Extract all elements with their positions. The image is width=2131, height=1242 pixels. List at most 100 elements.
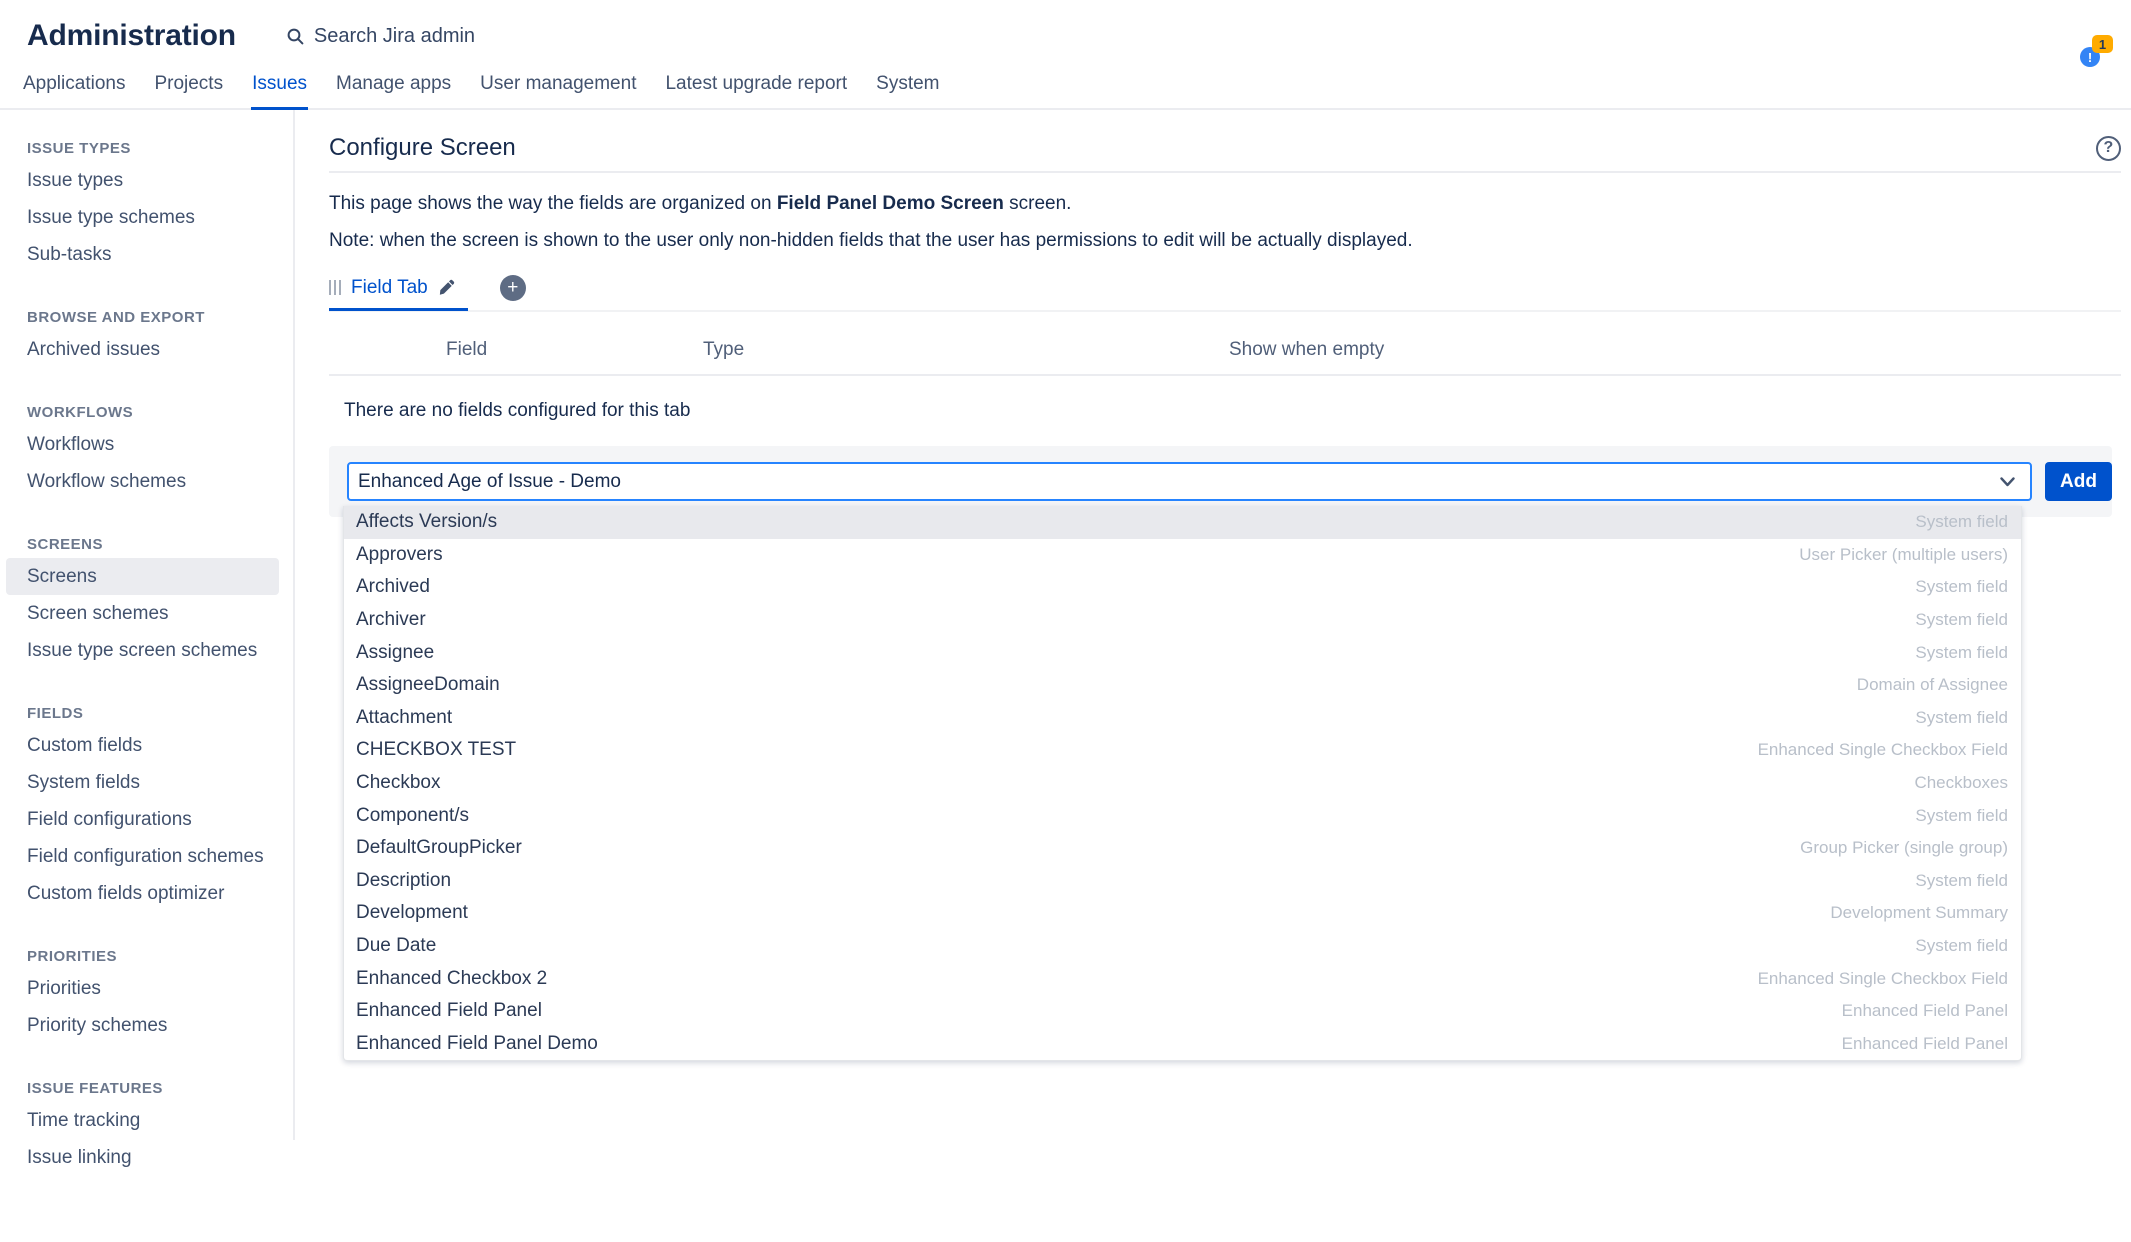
dropdown-option-archived[interactable]: ArchivedSystem field (344, 571, 2021, 604)
nav-tab-latest-upgrade-report[interactable]: Latest upgrade report (664, 73, 848, 108)
column-header-show-when-empty: Show when empty (1229, 339, 1384, 361)
dropdown-option-enhanced-field-panel[interactable]: Enhanced Field Panel Enhanced Field Panel (344, 995, 2021, 1028)
sidebar-item-issue-type-schemes[interactable]: Issue type schemes (6, 199, 279, 236)
page-layout: ISSUE TYPESIssue typesIssue type schemes… (0, 110, 2131, 1140)
field-select-dropdown: Affects Version/sSystem fieldApproversUs… (343, 506, 2022, 1061)
option-label: Assignee (356, 642, 434, 664)
option-type: Enhanced Field Panel (1842, 1001, 2008, 1021)
add-tab-button[interactable]: + (500, 275, 526, 301)
option-label: Archiver (356, 609, 426, 631)
sidebar-item-archived-issues[interactable]: Archived issues (6, 331, 279, 368)
option-label: Enhanced Field Panel (356, 1000, 542, 1022)
sidebar-section-heading: SCREENS (0, 520, 293, 558)
sidebar-section-browse-and-export: BROWSE AND EXPORTArchived issues (0, 293, 293, 368)
sidebar-item-issue-types[interactable]: Issue types (6, 162, 279, 199)
option-label: Affects Version/s (356, 511, 497, 533)
add-field-button[interactable]: Add (2045, 462, 2112, 501)
dropdown-option-attachment[interactable]: AttachmentSystem field (344, 702, 2021, 735)
option-label: Due Date (356, 935, 436, 957)
option-type: System field (1915, 806, 2008, 826)
dropdown-option-checkbox[interactable]: CheckboxCheckboxes (344, 767, 2021, 800)
option-type: System field (1915, 708, 2008, 728)
dropdown-option-assignee[interactable]: Assignee System field (344, 636, 2021, 669)
dropdown-option-approvers[interactable]: ApproversUser Picker (multiple users) (344, 539, 2021, 572)
column-header-field: Field (446, 339, 703, 361)
nav-tab-system[interactable]: System (875, 73, 940, 108)
option-type: Group Picker (single group) (1800, 838, 2008, 858)
dropdown-option-description[interactable]: DescriptionSystem field (344, 865, 2021, 898)
page-title: Configure Screen (329, 134, 516, 162)
sidebar-item-workflow-schemes[interactable]: Workflow schemes (6, 463, 279, 500)
sidebar-section-fields: FIELDSCustom fieldsSystem fieldsField co… (0, 689, 293, 912)
field-select[interactable]: Enhanced Age of Issue - Demo (347, 462, 2032, 501)
edit-pencil-icon[interactable] (437, 278, 456, 297)
sidebar-item-field-configuration-schemes[interactable]: Field configuration schemes (6, 838, 279, 875)
nav-tab-applications[interactable]: Applications (22, 73, 126, 108)
sidebar-section-heading: PRIORITIES (0, 932, 293, 970)
notification-widget[interactable]: ! 1 (2074, 34, 2118, 68)
option-type: System field (1915, 643, 2008, 663)
field-tab-label: Field Tab (351, 277, 428, 299)
option-label: DefaultGroupPicker (356, 837, 522, 859)
chevron-down-icon (2000, 477, 2015, 487)
sidebar-item-issue-type-screen-schemes[interactable]: Issue type screen schemes (6, 632, 279, 669)
sidebar-section-priorities: PRIORITIESPrioritiesPriority schemes (0, 932, 293, 1044)
sidebar-item-system-fields[interactable]: System fields (6, 764, 279, 801)
option-label: AssigneeDomain (356, 674, 500, 696)
help-icon[interactable]: ? (2096, 136, 2121, 161)
title-divider (329, 171, 2121, 173)
empty-table-message: There are no fields configured for this … (329, 376, 2121, 443)
sidebar-item-screen-schemes[interactable]: Screen schemes (6, 595, 279, 632)
sidebar-item-time-tracking[interactable]: Time tracking (6, 1102, 279, 1139)
option-type: Domain of Assignee (1857, 675, 2008, 695)
nav-tab-issues[interactable]: Issues (251, 73, 308, 110)
option-type: System field (1915, 577, 2008, 597)
note-text: Note: when the screen is shown to the us… (329, 230, 2121, 252)
nav-tab-projects[interactable]: Projects (153, 73, 224, 108)
add-field-panel: Enhanced Age of Issue - Demo Add Affects… (329, 446, 2112, 517)
field-tab-bar: Field Tab + (329, 275, 2121, 312)
admin-search[interactable]: Search Jira admin (286, 25, 475, 48)
app-title: Administration (27, 19, 236, 53)
dropdown-option-affects-version-s[interactable]: Affects Version/sSystem field (344, 506, 2021, 539)
dropdown-option-due-date[interactable]: Due Date System field (344, 930, 2021, 963)
sidebar-item-priority-schemes[interactable]: Priority schemes (6, 1007, 279, 1044)
search-icon (286, 27, 305, 46)
dropdown-option-defaultgrouppicker[interactable]: DefaultGroupPicker Group Picker (single g… (344, 832, 2021, 865)
dropdown-option-enhanced-checkbox-2[interactable]: Enhanced Checkbox 2Enhanced Single Check… (344, 962, 2021, 995)
dropdown-option-assigneedomain[interactable]: AssigneeDomain Domain of Assignee (344, 669, 2021, 702)
sidebar-item-issue-linking[interactable]: Issue linking (6, 1139, 279, 1176)
column-header-type: Type (703, 339, 1229, 361)
intro-text: This page shows the way the fields are o… (329, 193, 2121, 215)
option-label: Enhanced Field Panel Demo (356, 1033, 598, 1055)
nav-tab-manage-apps[interactable]: Manage apps (335, 73, 452, 108)
sidebar-item-screens[interactable]: Screens (6, 558, 279, 595)
sidebar-item-custom-fields-optimizer[interactable]: Custom fields optimizer (6, 875, 279, 912)
option-type: System field (1915, 936, 2008, 956)
sidebar-section-screens: SCREENSScreensScreen schemesIssue type s… (0, 520, 293, 669)
notification-count-badge: 1 (2092, 35, 2113, 53)
sidebar-item-workflows[interactable]: Workflows (6, 426, 279, 463)
sidebar-item-sub-tasks[interactable]: Sub-tasks (6, 236, 279, 273)
sidebar-item-custom-fields[interactable]: Custom fields (6, 727, 279, 764)
sidebar-section-issue-features: ISSUE FEATURESTime trackingIssue linking (0, 1064, 293, 1176)
option-label: Approvers (356, 544, 443, 566)
nav-tab-user-management[interactable]: User management (479, 73, 637, 108)
option-label: Description (356, 870, 451, 892)
field-tab-active[interactable]: Field Tab (329, 277, 468, 311)
dropdown-option-development[interactable]: DevelopmentDevelopment Summary (344, 897, 2021, 930)
sidebar-section-issue-types: ISSUE TYPESIssue typesIssue type schemes… (0, 124, 293, 273)
option-label: Enhanced Checkbox 2 (356, 968, 547, 990)
dropdown-option-component-s[interactable]: Component/sSystem field (344, 799, 2021, 832)
drag-handle-icon[interactable] (329, 280, 341, 295)
sidebar-item-priorities[interactable]: Priorities (6, 970, 279, 1007)
dropdown-option-archiver[interactable]: ArchiverSystem field (344, 604, 2021, 637)
dropdown-option-checkbox-test[interactable]: CHECKBOX TESTEnhanced Single Checkbox Fi… (344, 734, 2021, 767)
sidebar-section-heading: BROWSE AND EXPORT (0, 293, 293, 331)
admin-nav-tabs: Applications Projects Issues Manage apps Use… (0, 66, 2131, 110)
option-type: Checkboxes (1914, 773, 2008, 793)
option-type: Development Summary (1830, 903, 2008, 923)
sidebar-item-field-configurations[interactable]: Field configurations (6, 801, 279, 838)
sidebar-section-heading: WORKFLOWS (0, 388, 293, 426)
dropdown-option-enhanced-field-panel-demo[interactable]: Enhanced Field Panel DemoEnhanced Field … (344, 1028, 2021, 1061)
